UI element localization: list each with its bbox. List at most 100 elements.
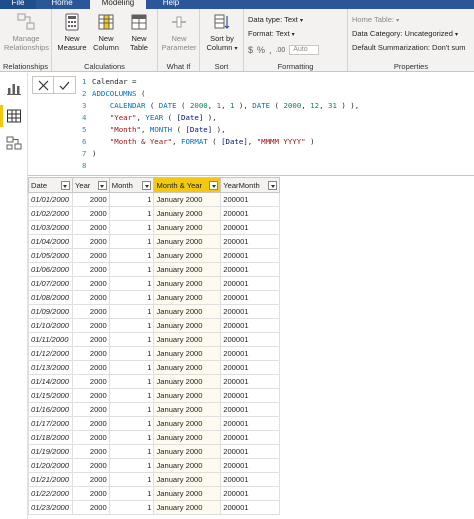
cell-month-year[interactable]: January 2000 bbox=[153, 276, 222, 291]
cell-year[interactable]: 2000 bbox=[71, 332, 110, 347]
tab-help[interactable]: Help bbox=[156, 0, 186, 9]
cell-date[interactable]: 01/09/2000 bbox=[28, 304, 73, 319]
cell-year[interactable]: 2000 bbox=[71, 262, 110, 277]
cell-yearmonth[interactable]: 200001 bbox=[220, 346, 280, 361]
currency-button[interactable]: $ bbox=[248, 45, 253, 55]
table-row[interactable]: 01/02/2000 2000 1 January 2000 200001 bbox=[28, 206, 280, 221]
table-row[interactable]: 01/17/2000 2000 1 January 2000 200001 bbox=[28, 416, 280, 431]
table-row[interactable]: 01/12/2000 2000 1 January 2000 200001 bbox=[28, 346, 280, 361]
table-row[interactable]: 01/09/2000 2000 1 January 2000 200001 bbox=[28, 304, 280, 319]
cell-yearmonth[interactable]: 200001 bbox=[220, 276, 280, 291]
cell-month[interactable]: 1 bbox=[108, 304, 155, 319]
cell-month[interactable]: 1 bbox=[108, 346, 155, 361]
data-type-dropdown[interactable]: Data type: Text ▾ bbox=[248, 15, 303, 24]
cell-date[interactable]: 01/21/2000 bbox=[28, 472, 73, 487]
filter-dropdown-icon[interactable] bbox=[268, 181, 277, 190]
dax-editor[interactable]: 1 Calendar = 2 ADDCOLUMNS (3 CALENDAR ( DAT… bbox=[82, 76, 474, 174]
table-row[interactable]: 01/06/2000 2000 1 January 2000 200001 bbox=[28, 262, 280, 277]
cell-month-year[interactable]: January 2000 bbox=[153, 486, 222, 501]
cell-month-year[interactable]: January 2000 bbox=[153, 416, 222, 431]
new-table-button[interactable]: New Table bbox=[122, 12, 156, 52]
tab-file[interactable]: File bbox=[0, 0, 36, 9]
table-row[interactable]: 01/05/2000 2000 1 January 2000 200001 bbox=[28, 248, 280, 263]
cell-month[interactable]: 1 bbox=[108, 332, 155, 347]
cell-year[interactable]: 2000 bbox=[71, 220, 110, 235]
cell-date[interactable]: 01/04/2000 bbox=[28, 234, 73, 249]
table-row[interactable]: 01/23/2000 2000 1 January 2000 200001 bbox=[28, 500, 280, 515]
table-row[interactable]: 01/10/2000 2000 1 January 2000 200001 bbox=[28, 318, 280, 333]
cell-month-year[interactable]: January 2000 bbox=[153, 444, 222, 459]
cell-month-year[interactable]: January 2000 bbox=[153, 262, 222, 277]
cell-month-year[interactable]: January 2000 bbox=[153, 458, 222, 473]
table-row[interactable]: 01/01/2000 2000 1 January 2000 200001 bbox=[28, 192, 280, 207]
cell-month[interactable]: 1 bbox=[108, 402, 155, 417]
cell-yearmonth[interactable]: 200001 bbox=[220, 304, 280, 319]
cell-month[interactable]: 1 bbox=[108, 360, 155, 375]
cell-month-year[interactable]: January 2000 bbox=[153, 472, 222, 487]
cell-year[interactable]: 2000 bbox=[71, 486, 110, 501]
cell-month[interactable]: 1 bbox=[108, 248, 155, 263]
home-table-dropdown[interactable]: Home Table: ▾ bbox=[352, 15, 399, 24]
tab-modeling[interactable]: Modeling bbox=[90, 0, 146, 9]
cell-date[interactable]: 01/17/2000 bbox=[28, 416, 73, 431]
cell-month[interactable]: 1 bbox=[108, 318, 155, 333]
cell-month[interactable]: 1 bbox=[108, 206, 155, 221]
cell-month[interactable]: 1 bbox=[108, 374, 155, 389]
table-row[interactable]: 01/11/2000 2000 1 January 2000 200001 bbox=[28, 332, 280, 347]
table-row[interactable]: 01/16/2000 2000 1 January 2000 200001 bbox=[28, 402, 280, 417]
format-dropdown[interactable]: Format: Text ▾ bbox=[248, 29, 295, 38]
cell-year[interactable]: 2000 bbox=[71, 388, 110, 403]
data-view-button[interactable] bbox=[5, 107, 23, 125]
decimal-button[interactable]: .00 bbox=[276, 47, 286, 54]
cell-yearmonth[interactable]: 200001 bbox=[220, 262, 280, 277]
cell-date[interactable]: 01/10/2000 bbox=[28, 318, 73, 333]
table-row[interactable]: 01/15/2000 2000 1 January 2000 200001 bbox=[28, 388, 280, 403]
cell-month-year[interactable]: January 2000 bbox=[153, 318, 222, 333]
report-view-button[interactable] bbox=[5, 79, 23, 97]
cell-date[interactable]: 01/18/2000 bbox=[28, 430, 73, 445]
cell-date[interactable]: 01/14/2000 bbox=[28, 374, 73, 389]
table-row[interactable]: 01/13/2000 2000 1 January 2000 200001 bbox=[28, 360, 280, 375]
cell-year[interactable]: 2000 bbox=[71, 402, 110, 417]
sort-by-column-button[interactable]: Sort by Column ▾ bbox=[204, 12, 240, 54]
filter-dropdown-icon[interactable] bbox=[60, 181, 70, 190]
cell-year[interactable]: 2000 bbox=[71, 458, 110, 473]
cell-date[interactable]: 01/19/2000 bbox=[28, 444, 73, 459]
decimal-places-input[interactable]: Auto bbox=[289, 45, 320, 55]
new-parameter-button[interactable]: New Parameter bbox=[160, 12, 198, 52]
table-row[interactable]: 01/04/2000 2000 1 January 2000 200001 bbox=[28, 234, 280, 249]
cell-month[interactable]: 1 bbox=[108, 458, 155, 473]
data-category-dropdown[interactable]: Data Category: Uncategorized ▾ bbox=[352, 29, 458, 38]
cell-yearmonth[interactable]: 200001 bbox=[220, 360, 280, 375]
cancel-formula-button[interactable] bbox=[33, 77, 54, 93]
cell-month[interactable]: 1 bbox=[108, 234, 155, 249]
cell-month-year[interactable]: January 2000 bbox=[153, 220, 222, 235]
column-header-yearmonth[interactable]: YearMonth bbox=[220, 177, 280, 193]
cell-date[interactable]: 01/13/2000 bbox=[28, 360, 73, 375]
cell-date[interactable]: 01/22/2000 bbox=[28, 486, 73, 501]
cell-year[interactable]: 2000 bbox=[71, 276, 110, 291]
cell-yearmonth[interactable]: 200001 bbox=[220, 458, 280, 473]
cell-date[interactable]: 01/05/2000 bbox=[28, 248, 73, 263]
cell-month[interactable]: 1 bbox=[108, 500, 155, 515]
cell-yearmonth[interactable]: 200001 bbox=[220, 486, 280, 501]
cell-yearmonth[interactable]: 200001 bbox=[220, 290, 280, 305]
commit-formula-button[interactable] bbox=[54, 77, 75, 93]
cell-date[interactable]: 01/08/2000 bbox=[28, 290, 73, 305]
cell-month-year[interactable]: January 2000 bbox=[153, 304, 222, 319]
cell-year[interactable]: 2000 bbox=[71, 234, 110, 249]
table-row[interactable]: 01/19/2000 2000 1 January 2000 200001 bbox=[28, 444, 280, 459]
cell-date[interactable]: 01/23/2000 bbox=[28, 500, 73, 515]
cell-year[interactable]: 2000 bbox=[71, 192, 110, 207]
column-header-date[interactable]: Date bbox=[28, 177, 73, 193]
cell-year[interactable]: 2000 bbox=[71, 416, 110, 431]
cell-yearmonth[interactable]: 200001 bbox=[220, 192, 280, 207]
cell-yearmonth[interactable]: 200001 bbox=[220, 234, 280, 249]
cell-month-year[interactable]: January 2000 bbox=[153, 360, 222, 375]
cell-year[interactable]: 2000 bbox=[71, 304, 110, 319]
cell-yearmonth[interactable]: 200001 bbox=[220, 220, 280, 235]
filter-dropdown-icon[interactable] bbox=[97, 181, 107, 190]
new-measure-button[interactable]: New Measure bbox=[55, 12, 89, 52]
cell-year[interactable]: 2000 bbox=[71, 430, 110, 445]
cell-year[interactable]: 2000 bbox=[71, 290, 110, 305]
